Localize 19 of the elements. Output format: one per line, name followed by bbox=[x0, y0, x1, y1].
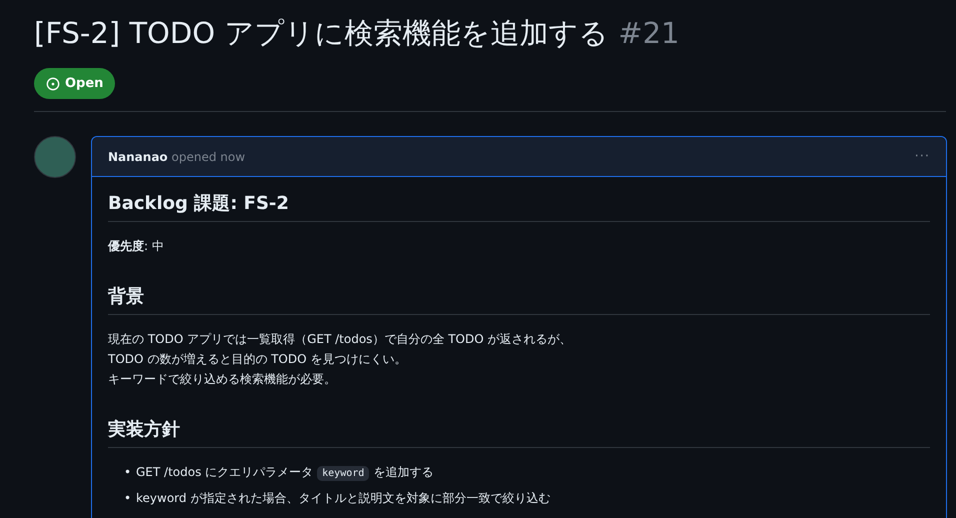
list-text: GET /todos にクエリパラメータ bbox=[136, 465, 314, 479]
paragraph: 優先度: 中 bbox=[108, 238, 165, 255]
list-text: を追加する bbox=[373, 465, 434, 479]
bullet: • bbox=[124, 490, 132, 507]
issue-title: [FS-2] TODO アプリに検索機能を追加する bbox=[34, 15, 608, 52]
issue-number: #21 bbox=[618, 16, 680, 50]
list-text: keyword が指定された場合、タイトルと説明文を対象に部分一致で絞り込む bbox=[136, 491, 550, 505]
paragraph: 現在の TODO アプリでは一覧取得（GET /todos）で自分の全 TODO が返されるが、 TODO の数が増えると目的の TODO を見つけにくい。 キーワードで絞り込める検索機能が必要。 bbox=[108, 331, 573, 388]
section-heading: Backlog 課題: FS-2 bbox=[108, 191, 930, 222]
avatar[interactable] bbox=[34, 136, 76, 178]
more-options-button[interactable]: ··· bbox=[914, 149, 930, 164]
status-badge: Open bbox=[34, 68, 116, 99]
section-heading: 背景 bbox=[108, 284, 930, 315]
bullet: • bbox=[124, 464, 132, 481]
circle-dot-icon bbox=[46, 76, 60, 90]
author-link[interactable]: Nananao bbox=[108, 150, 168, 164]
section-heading: 実装方針 bbox=[108, 417, 930, 448]
comment-meta: opened now bbox=[172, 150, 246, 164]
inline-code: keyword bbox=[317, 466, 370, 481]
